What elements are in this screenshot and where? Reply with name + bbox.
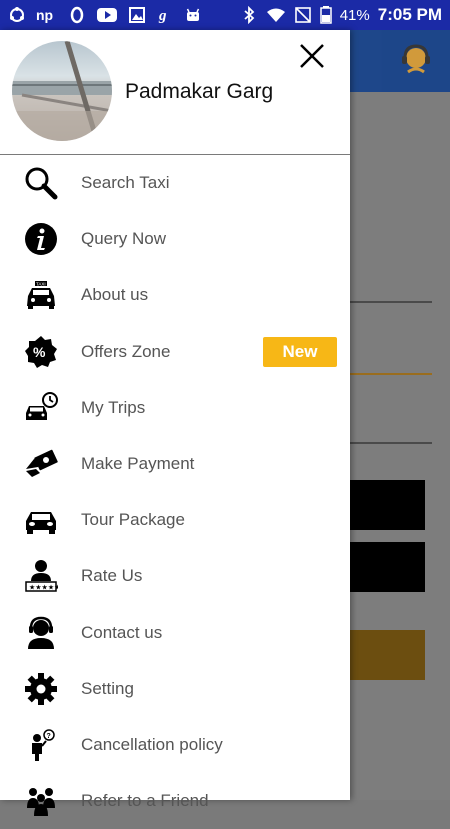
bg-button bbox=[350, 480, 425, 530]
gear-icon bbox=[24, 672, 58, 706]
taxi-icon: TAXI bbox=[24, 278, 58, 312]
menu-item-cancellation-policy[interactable]: ? Cancellation policy bbox=[0, 717, 350, 773]
car-icon bbox=[24, 503, 58, 537]
support-agent-icon bbox=[402, 44, 430, 74]
menu-item-label: Offers Zone bbox=[81, 341, 171, 361]
info-icon bbox=[24, 222, 58, 256]
menu-item-about-us[interactable]: TAXI About us bbox=[0, 267, 350, 323]
payment-icon bbox=[24, 447, 58, 481]
bg-divider bbox=[350, 373, 432, 375]
menu-item-tour-package[interactable]: Tour Package bbox=[0, 492, 350, 548]
g-icon: g bbox=[156, 6, 174, 24]
battery-icon bbox=[319, 6, 332, 24]
avatar-photo bbox=[12, 41, 112, 141]
app-header bbox=[350, 30, 450, 92]
svg-text:np: np bbox=[36, 7, 53, 23]
svg-text:?: ? bbox=[47, 733, 51, 740]
menu-item-make-payment[interactable]: Make Payment bbox=[0, 436, 350, 492]
sync-icon bbox=[8, 6, 26, 24]
system-status: 41% 7:05 PM bbox=[240, 5, 442, 25]
bg-button bbox=[350, 630, 425, 680]
wifi-icon bbox=[266, 6, 286, 24]
menu-item-label: Query Now bbox=[81, 229, 167, 249]
menu-item-label: Cancellation policy bbox=[81, 734, 223, 754]
profile-name[interactable]: Padmakar Garg bbox=[125, 80, 273, 104]
clock: 7:05 PM bbox=[377, 5, 442, 24]
svg-text:g: g bbox=[158, 8, 167, 24]
drawer-menu: Search Taxi Query Now TAXI About us % Of… bbox=[0, 155, 350, 829]
bg-divider bbox=[350, 442, 432, 444]
opera-icon bbox=[68, 6, 86, 24]
menu-item-label: Refer to a Friend bbox=[81, 791, 209, 811]
status-bar: np g 41% 7:05 PM bbox=[0, 0, 450, 30]
svg-text:%: % bbox=[33, 344, 46, 360]
menu-item-label: Search Taxi bbox=[81, 173, 170, 193]
youtube-icon bbox=[96, 6, 118, 24]
question-person-icon: ? bbox=[24, 728, 58, 762]
bluetooth-icon bbox=[240, 6, 258, 24]
svg-text:TAXI: TAXI bbox=[36, 282, 46, 287]
menu-item-my-trips[interactable]: My Trips bbox=[0, 380, 350, 436]
menu-item-label: My Trips bbox=[81, 397, 146, 417]
notification-icons: np g bbox=[8, 6, 202, 24]
bg-button bbox=[350, 542, 425, 592]
gallery-icon bbox=[128, 6, 146, 24]
menu-item-label: Rate Us bbox=[81, 566, 143, 586]
menu-item-rate-us[interactable]: ★★★★★ Rate Us bbox=[0, 548, 350, 604]
rate-person-icon: ★★★★★ bbox=[24, 559, 58, 593]
menu-item-label: Make Payment bbox=[81, 454, 195, 474]
menu-item-refer-friend[interactable]: Refer to a Friend bbox=[0, 773, 350, 829]
battery-percent: 41% bbox=[339, 6, 370, 24]
bg-divider bbox=[350, 301, 432, 303]
np-icon: np bbox=[36, 6, 58, 24]
menu-item-label: Setting bbox=[81, 678, 134, 698]
close-icon bbox=[300, 44, 324, 68]
refer-people-icon bbox=[24, 784, 58, 818]
menu-item-offers-zone[interactable]: % Offers Zone New bbox=[0, 324, 350, 380]
profile-header: Padmakar Garg bbox=[0, 30, 350, 155]
menu-item-label: About us bbox=[81, 285, 149, 305]
no-signal-icon bbox=[294, 6, 312, 24]
menu-item-contact-us[interactable]: Contact us bbox=[0, 605, 350, 661]
menu-item-query-now[interactable]: Query Now bbox=[0, 211, 350, 267]
search-icon bbox=[24, 166, 58, 200]
close-button[interactable] bbox=[296, 40, 328, 72]
navigation-drawer: Padmakar Garg Search Taxi Query Now TAXI… bbox=[0, 30, 350, 817]
new-badge: New bbox=[263, 336, 337, 367]
trip-car-icon bbox=[24, 391, 58, 425]
percent-badge-icon: % bbox=[24, 335, 58, 369]
menu-item-search-taxi[interactable]: Search Taxi bbox=[0, 155, 350, 211]
menu-item-label: Tour Package bbox=[81, 510, 185, 530]
avatar[interactable] bbox=[12, 41, 112, 141]
svg-text:★★★★★: ★★★★★ bbox=[29, 584, 58, 592]
android-icon bbox=[184, 6, 202, 24]
menu-item-label: Contact us bbox=[81, 622, 163, 642]
menu-item-setting[interactable]: Setting bbox=[0, 661, 350, 717]
headset-icon bbox=[24, 616, 58, 650]
